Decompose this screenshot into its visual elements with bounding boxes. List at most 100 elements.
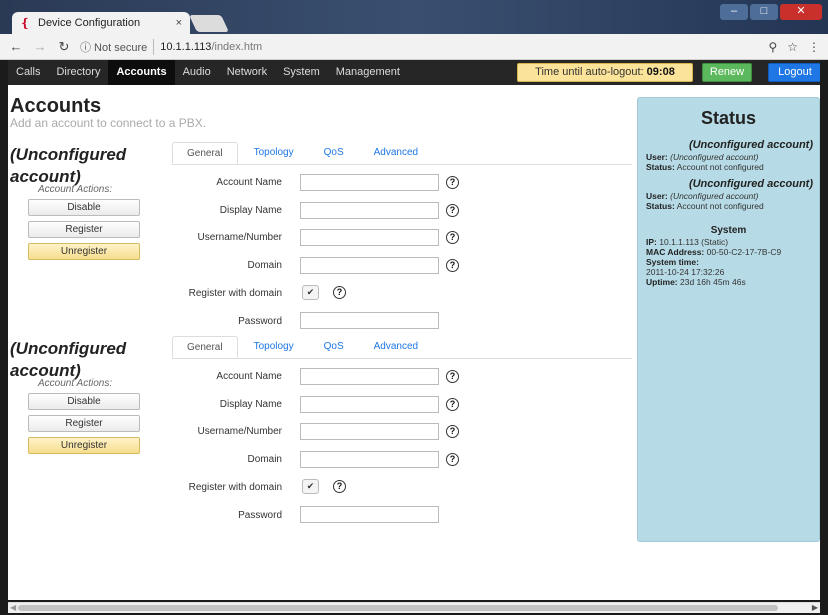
help-icon[interactable]: ? xyxy=(446,231,459,244)
help-icon[interactable]: ? xyxy=(446,425,459,438)
maximize-icon[interactable]: □ xyxy=(750,4,778,20)
tab-qos[interactable]: QoS xyxy=(310,336,358,358)
help-icon[interactable]: ? xyxy=(446,453,459,466)
menu-directory[interactable]: Directory xyxy=(48,60,108,85)
account-tabs: General Topology QoS Advanced xyxy=(172,142,434,164)
menu-audio[interactable]: Audio xyxy=(175,60,219,85)
domain-input[interactable] xyxy=(300,451,439,468)
unregister-button[interactable]: Unregister xyxy=(28,243,140,260)
status-account: (Unconfigured account) User: (Unconfigur… xyxy=(638,139,819,172)
url-path: /index.htm xyxy=(211,40,263,53)
system-time-label: System time: xyxy=(646,257,699,267)
tab-divider xyxy=(172,358,632,359)
uptime-label: Uptime: xyxy=(646,277,678,287)
address-bar[interactable]: ⓘ Not secure 10.1.1.113/index.htm xyxy=(80,37,262,57)
status-account-heading: (Unconfigured account) xyxy=(688,178,813,190)
help-icon[interactable]: ? xyxy=(333,480,346,493)
auto-logout-timer: Time until auto-logout: 09:08 xyxy=(517,63,693,82)
menu-management[interactable]: Management xyxy=(328,60,408,85)
account-actions-label: Account Actions: xyxy=(38,184,113,195)
system-heading: System xyxy=(710,225,747,236)
timer-label: Time until auto-logout: xyxy=(535,66,644,78)
browser-tab[interactable]: ❴ Device Configuration × xyxy=(12,12,190,34)
password-label: Password xyxy=(238,510,282,521)
menu-icon[interactable]: ⋮ xyxy=(808,40,820,54)
menu-network[interactable]: Network xyxy=(219,60,275,85)
scroll-right-icon[interactable]: ▶ xyxy=(812,603,818,612)
vertical-scrollbar[interactable] xyxy=(820,60,828,615)
app-menu-bar: Calls Directory Accounts Audio Network S… xyxy=(8,60,822,85)
help-icon[interactable]: ? xyxy=(446,259,459,272)
help-icon[interactable]: ? xyxy=(446,398,459,411)
display-name-input[interactable] xyxy=(300,202,439,219)
tab-topology[interactable]: Topology xyxy=(240,142,308,164)
star-icon[interactable]: ☆ xyxy=(787,40,798,54)
menu-system[interactable]: System xyxy=(275,60,328,85)
display-name-input[interactable] xyxy=(300,396,439,413)
url-text[interactable]: 10.1.1.113/index.htm xyxy=(154,41,262,53)
tab-close-icon[interactable]: × xyxy=(176,17,182,29)
menu-accounts[interactable]: Accounts xyxy=(108,60,175,85)
reload-icon[interactable]: ↻ xyxy=(56,39,72,55)
menu-calls[interactable]: Calls xyxy=(8,60,48,85)
disable-button[interactable]: Disable xyxy=(28,199,140,216)
url-host: 10.1.1.113 xyxy=(160,40,212,53)
address-toolbar: ← → ↻ ⓘ Not secure 10.1.1.113/index.htm … xyxy=(0,34,828,60)
close-window-icon[interactable]: ✕ xyxy=(780,4,822,20)
help-icon[interactable]: ? xyxy=(446,370,459,383)
status-status-value: Account not configured xyxy=(676,162,764,172)
domain-input[interactable] xyxy=(300,257,439,274)
username-input[interactable] xyxy=(300,423,439,440)
timer-value: 09:08 xyxy=(646,66,675,78)
tab-topology[interactable]: Topology xyxy=(240,336,308,358)
account-actions-label: Account Actions: xyxy=(38,378,113,389)
system-info: IP: 10.1.1.113 (Static) MAC Address: 00-… xyxy=(638,237,819,287)
tab-general[interactable]: General xyxy=(172,142,238,164)
register-button[interactable]: Register xyxy=(28,221,140,238)
status-status-label: Status: xyxy=(646,162,675,172)
unregister-button[interactable]: Unregister xyxy=(28,437,140,454)
help-icon[interactable]: ? xyxy=(446,176,459,189)
register-domain-checkbox[interactable]: ✔ xyxy=(302,479,319,494)
username-input[interactable] xyxy=(300,229,439,246)
security-indicator[interactable]: ⓘ Not secure xyxy=(80,38,155,55)
renew-button[interactable]: Renew xyxy=(702,63,752,82)
scroll-left-icon[interactable]: ◀ xyxy=(10,603,16,612)
password-input[interactable] xyxy=(300,506,439,523)
password-input[interactable] xyxy=(300,312,439,329)
back-icon[interactable]: ← xyxy=(8,39,24,54)
help-icon[interactable]: ? xyxy=(333,286,346,299)
password-label: Password xyxy=(238,316,282,327)
window-controls: – □ ✕ xyxy=(720,4,822,20)
ip-label: IP: xyxy=(646,237,657,247)
account-tabs: General Topology QoS Advanced xyxy=(172,336,434,358)
logout-button[interactable]: Logout xyxy=(768,63,822,82)
tab-advanced[interactable]: Advanced xyxy=(360,336,432,358)
tab-general[interactable]: General xyxy=(172,336,238,358)
favicon-icon: ❴ xyxy=(20,16,31,30)
register-button[interactable]: Register xyxy=(28,415,140,432)
account-name-label: Account Name xyxy=(216,177,282,188)
tab-title: Device Configuration xyxy=(38,17,141,29)
domain-label: Domain xyxy=(247,454,282,465)
minimize-icon[interactable]: – xyxy=(720,4,748,20)
help-icon[interactable]: ? xyxy=(446,204,459,217)
scrollbar-thumb[interactable] xyxy=(18,605,778,611)
tab-advanced[interactable]: Advanced xyxy=(360,142,432,164)
status-status-label: Status: xyxy=(646,201,675,211)
register-domain-checkbox[interactable]: ✔ xyxy=(302,285,319,300)
forward-icon[interactable]: → xyxy=(32,39,48,54)
status-status-value: Account not configured xyxy=(676,201,764,211)
display-name-label: Display Name xyxy=(219,399,282,410)
register-domain-label: Register with domain xyxy=(188,482,282,493)
account-name-input[interactable] xyxy=(300,174,439,191)
account-name-input[interactable] xyxy=(300,368,439,385)
horizontal-scrollbar[interactable]: ◀ ▶ xyxy=(8,602,820,613)
new-tab-button[interactable] xyxy=(189,15,229,32)
tab-qos[interactable]: QoS xyxy=(310,142,358,164)
status-panel: Status (Unconfigured account) User: (Unc… xyxy=(637,97,820,542)
key-icon[interactable]: ⚲ xyxy=(768,40,777,54)
status-user-label: User: xyxy=(646,152,668,162)
disable-button[interactable]: Disable xyxy=(28,393,140,410)
browser-chrome: ❴ Device Configuration × – □ ✕ ← → ↻ ⓘ N… xyxy=(0,0,828,60)
